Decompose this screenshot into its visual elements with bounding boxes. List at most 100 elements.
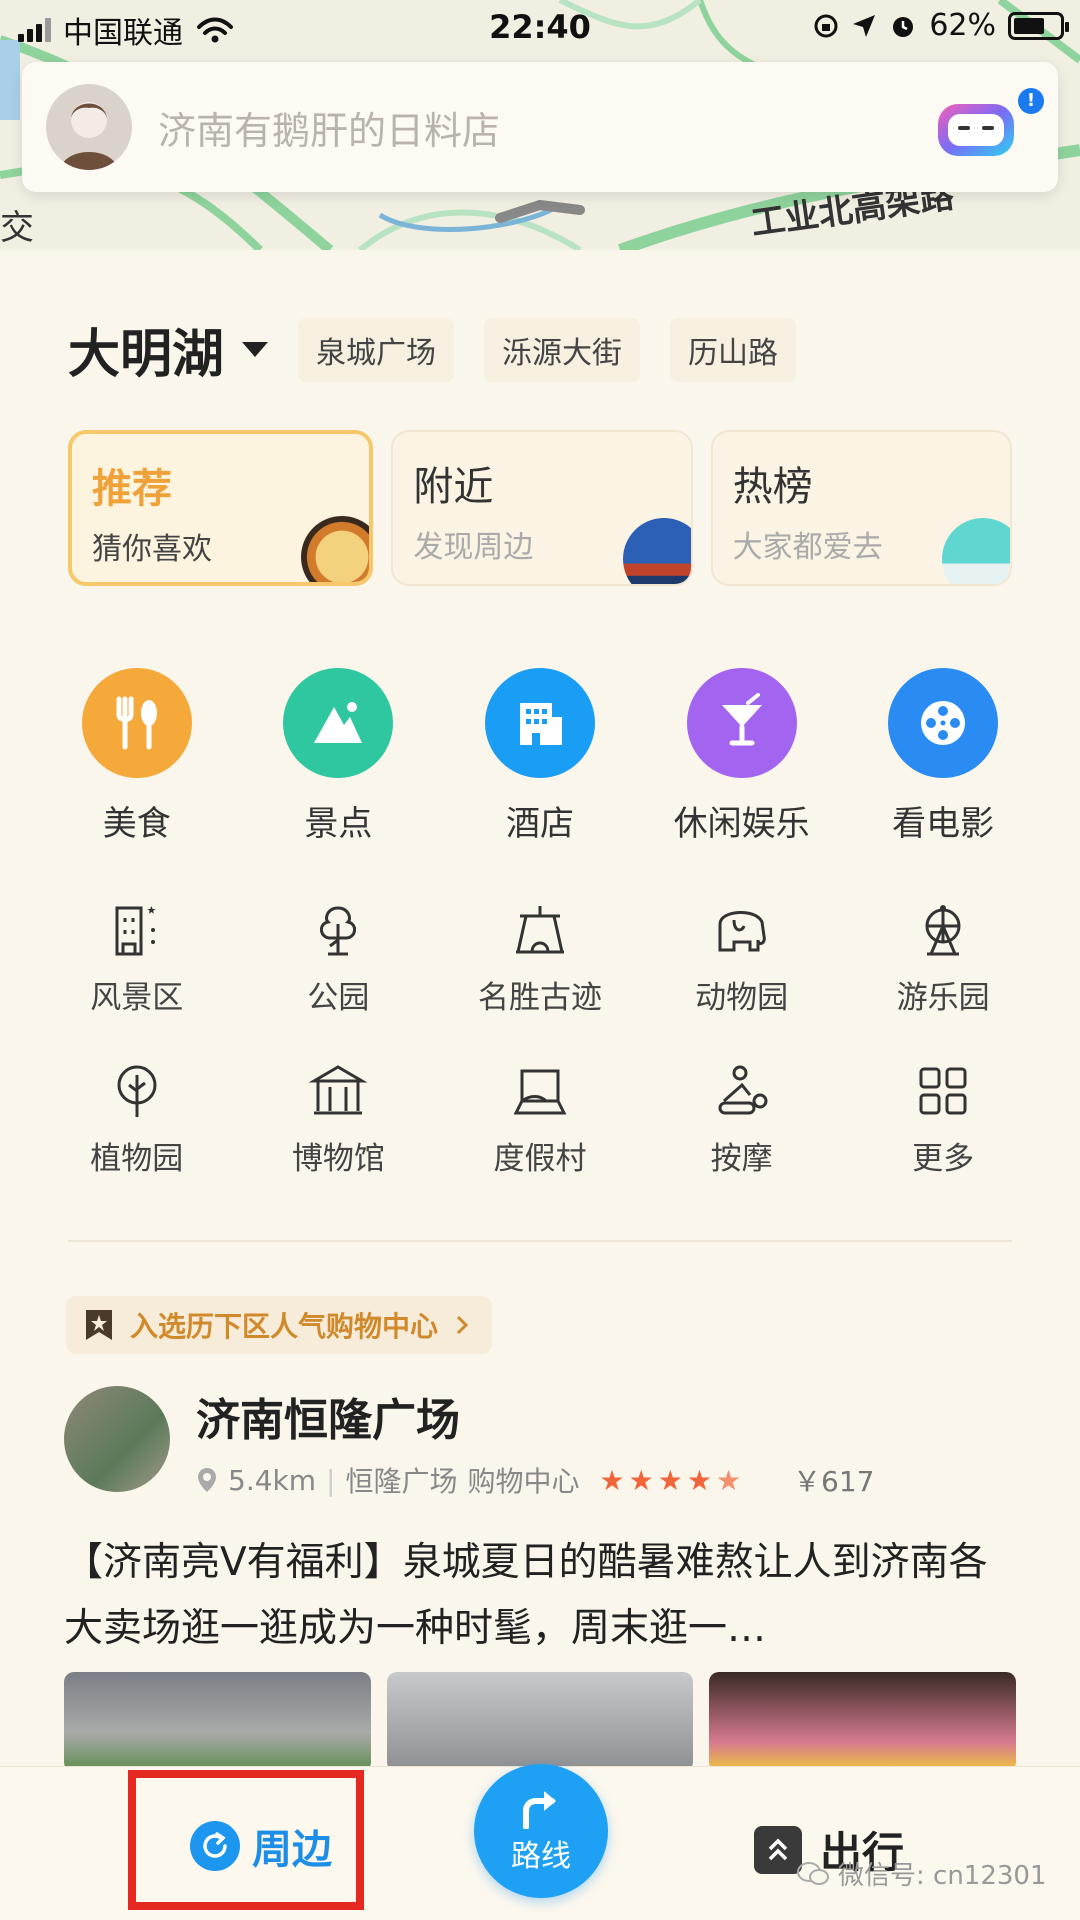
chevron-up-double-icon bbox=[754, 1825, 802, 1874]
half-star-icon: ★ bbox=[715, 1463, 742, 1497]
museum-icon bbox=[308, 1065, 368, 1115]
category-hotel[interactable]: 酒店 bbox=[439, 668, 641, 845]
cocktail-icon bbox=[686, 668, 797, 778]
category-label: 按摩 bbox=[710, 1141, 773, 1177]
current-location[interactable]: 大明湖 bbox=[68, 312, 224, 387]
map-label: 交 bbox=[0, 208, 34, 248]
category-scenic-area[interactable]: 风景区 bbox=[36, 900, 238, 1017]
category-label: 名胜古迹 bbox=[477, 980, 602, 1016]
location-pin-icon bbox=[198, 1468, 216, 1492]
category-label: 度假村 bbox=[493, 1141, 587, 1177]
card-title: 热榜 bbox=[732, 464, 813, 510]
search-bar[interactable]: 济南有鹅肝的日料店 ! bbox=[22, 62, 1058, 192]
category-more[interactable]: 更多 bbox=[842, 1061, 1044, 1178]
category-zoo[interactable]: 动物园 bbox=[641, 900, 843, 1017]
wechat-icon bbox=[797, 1861, 829, 1885]
monument-icon bbox=[515, 906, 564, 954]
category-monument[interactable]: 名胜古迹 bbox=[439, 900, 641, 1017]
card-nearby[interactable]: 附近 发现周边 bbox=[391, 430, 693, 586]
resort-icon bbox=[513, 1069, 567, 1115]
bookmark-star-icon bbox=[86, 1310, 112, 1340]
rotation-lock-icon bbox=[814, 14, 838, 37]
category-label: 动物园 bbox=[695, 980, 789, 1016]
category-label: 看电影 bbox=[892, 804, 995, 844]
ferris-wheel-icon bbox=[925, 905, 961, 956]
card-recommend[interactable]: 推荐 猜你喜欢 bbox=[68, 430, 374, 586]
category-leisure[interactable]: 休闲娱乐 bbox=[641, 668, 843, 845]
grid-more-icon bbox=[919, 1067, 967, 1115]
card-title: 附近 bbox=[413, 464, 494, 510]
location-tag[interactable]: 泺源大街 bbox=[484, 317, 641, 382]
category-amusement-park[interactable]: 游乐园 bbox=[842, 900, 1044, 1017]
poi-photo[interactable] bbox=[64, 1672, 371, 1772]
category-label: 风景区 bbox=[90, 980, 184, 1016]
film-reel-icon bbox=[888, 668, 999, 778]
search-input[interactable]: 济南有鹅肝的日料店 bbox=[158, 100, 934, 155]
category-scenic[interactable]: 景点 bbox=[238, 668, 440, 845]
category-label: 景点 bbox=[304, 804, 373, 844]
watermark-text: 微信号: cn12301 bbox=[838, 1861, 1047, 1891]
star-icon: ★ bbox=[599, 1463, 625, 1497]
poi-header[interactable]: 济南恒隆广场 5.4km | 恒隆广场 购物中心 ★ ★ ★ ★ ★ ￥617 bbox=[64, 1386, 875, 1500]
meta-separator: | bbox=[326, 1463, 336, 1497]
location-tag[interactable]: 泉城广场 bbox=[298, 317, 455, 382]
discovery-cards: 推荐 猜你喜欢 附近 发现周边 热榜 大家都爱去 bbox=[68, 430, 1012, 586]
star-icon: ★ bbox=[686, 1463, 712, 1497]
sub-category-grid: 风景区 公园 名胜古迹 动物园 游乐园 植物园 博物馆 度假村 按摩 更多 bbox=[36, 900, 1044, 1178]
park-tree-icon bbox=[320, 906, 357, 956]
highlight-annotation-box bbox=[128, 1770, 364, 1910]
battery-icon bbox=[1008, 11, 1069, 40]
poi-category: 购物中心 bbox=[467, 1465, 580, 1498]
poi-description[interactable]: 【济南亮V有福利】泉城夏日的酷暑难熬让人到济南各大卖场逛一逛成为一种时髦，周末逛… bbox=[64, 1530, 1014, 1662]
star-icon: ★ bbox=[628, 1463, 654, 1497]
category-botanical-garden[interactable]: 植物园 bbox=[36, 1061, 238, 1178]
poi-distance: 5.4km bbox=[228, 1463, 317, 1497]
category-resort[interactable]: 度假村 bbox=[439, 1061, 641, 1178]
main-category-grid: 美食 景点 酒店 休闲娱乐 看电影 bbox=[36, 668, 1044, 845]
poi-title[interactable]: 济南恒隆广场 bbox=[196, 1384, 875, 1448]
category-label: 公园 bbox=[307, 980, 370, 1016]
location-row: 大明湖 泉城广场 泺源大街 历山路 bbox=[68, 312, 797, 387]
category-museum[interactable]: 博物馆 bbox=[238, 1061, 440, 1178]
ai-assistant-icon[interactable] bbox=[934, 92, 1018, 162]
battery-percent: 62% bbox=[929, 8, 996, 43]
category-movie[interactable]: 看电影 bbox=[842, 668, 1044, 845]
location-tag[interactable]: 历山路 bbox=[670, 317, 797, 382]
watermark: 微信号: cn12301 bbox=[796, 1855, 1047, 1892]
location-arrow-icon bbox=[853, 14, 876, 37]
poi-photo[interactable] bbox=[386, 1672, 694, 1772]
user-avatar[interactable] bbox=[46, 84, 132, 170]
mountain-icon bbox=[283, 668, 394, 778]
building-icon bbox=[484, 668, 595, 778]
category-label: 游乐园 bbox=[896, 980, 990, 1016]
category-massage[interactable]: 按摩 bbox=[641, 1061, 843, 1178]
alarm-icon bbox=[893, 16, 914, 37]
notification-badge: ! bbox=[1018, 88, 1044, 114]
status-bar: 中国联通 22:40 62% bbox=[0, 0, 1080, 56]
poi-thumbnail[interactable] bbox=[64, 1386, 170, 1492]
category-label: 更多 bbox=[912, 1141, 975, 1177]
poi-area: 恒隆广场 bbox=[345, 1465, 458, 1498]
poi-photo[interactable] bbox=[709, 1672, 1017, 1772]
category-label: 植物园 bbox=[90, 1141, 184, 1177]
fork-spoon-icon bbox=[81, 668, 192, 778]
dropdown-caret-icon[interactable] bbox=[242, 342, 269, 357]
route-button[interactable]: 路线 bbox=[474, 1764, 608, 1898]
category-label: 博物馆 bbox=[291, 1141, 385, 1177]
poi-photos bbox=[64, 1672, 1017, 1772]
poi-meta: 5.4km | 恒隆广场 购物中心 ★ ★ ★ ★ ★ ￥617 bbox=[196, 1460, 875, 1500]
rating-stars: ★ ★ ★ ★ ★ bbox=[600, 1464, 742, 1497]
category-label: 美食 bbox=[102, 804, 171, 844]
ranking-tag-label: 入选历下区人气购物中心 bbox=[130, 1310, 439, 1343]
elephant-icon bbox=[718, 910, 766, 952]
category-park[interactable]: 公园 bbox=[238, 900, 440, 1017]
massage-icon bbox=[718, 1065, 768, 1115]
category-label: 酒店 bbox=[505, 804, 574, 844]
route-label: 路线 bbox=[511, 1839, 571, 1874]
route-arrow-icon bbox=[523, 1791, 556, 1829]
category-food[interactable]: 美食 bbox=[36, 668, 238, 845]
card-hot-list[interactable]: 热榜 大家都爱去 bbox=[710, 430, 1012, 586]
card-title: 推荐 bbox=[92, 466, 172, 512]
scenic-area-icon bbox=[115, 906, 156, 956]
ranking-tag[interactable]: 入选历下区人气购物中心 bbox=[66, 1296, 493, 1354]
